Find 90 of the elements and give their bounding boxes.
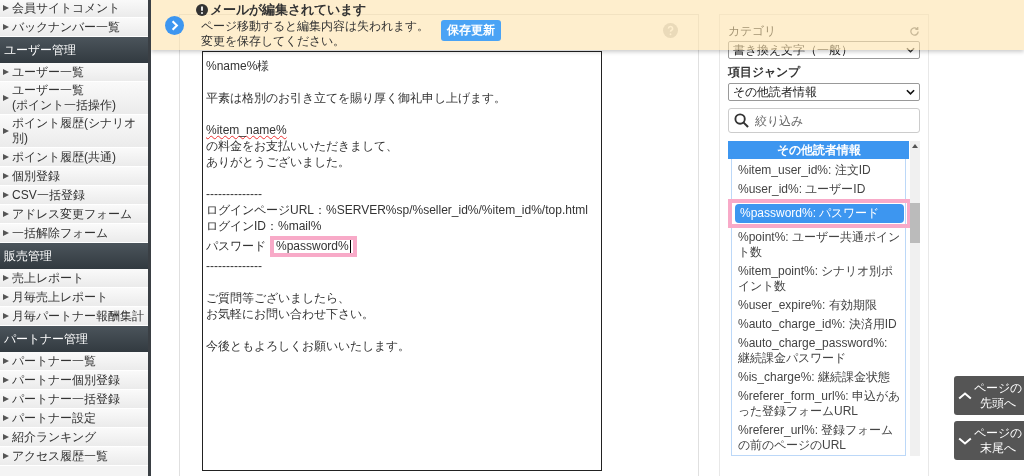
sidebar-item[interactable]: 売上レポート [0,269,148,288]
banner-message: 変更を保存してください。 [201,34,346,49]
chevron-right-icon[interactable] [165,15,184,35]
sidebar-item[interactable]: ポイント履歴(共通) [0,148,148,167]
triangle-icon [3,434,9,440]
text-line: -------------- [206,258,263,274]
triangle-icon [3,192,9,198]
sidebar-item[interactable]: パートナー設定 [0,409,148,428]
scroll-top-button[interactable]: ページの 先頭へ [954,376,1024,415]
text-line: ありがとうございました。 [206,154,351,170]
sidebar-item[interactable]: 月毎パートナー報酬集計 [0,307,148,326]
text-line: の料金をお支払いいただきまして、 [206,138,399,154]
category-select[interactable]: 書き換え文字（一般） [728,41,920,59]
variable-item[interactable]: %item_point%: シナリオ別ポイント数 [736,262,904,296]
sidebar-item[interactable]: ユーザー一覧 (ポイント一括操作) [0,82,148,115]
triangle-icon [3,275,9,281]
sidebar-item[interactable]: アクセス履歴一覧 [0,447,148,466]
text-line: ログインID：%mail% [206,218,323,234]
triangle-icon [3,211,9,217]
sidebar-item[interactable]: 一括解除フォーム [0,224,148,243]
triangle-icon [3,358,9,364]
text-line: 平素は格別のお引き立てを賜り厚く御礼申し上げます。 [206,90,507,106]
list-header: その他読者情報 [728,141,910,159]
inserted-variable: %password% [276,239,349,253]
search-field[interactable]: 絞り込み [728,108,920,133]
variable-item[interactable]: %user_id%: ユーザーID [736,180,904,199]
triangle-icon [3,95,9,101]
triangle-icon [3,154,9,160]
button-label: ページの [974,380,1022,396]
variable-item[interactable]: %item_user_id%: 注文ID [736,161,904,180]
jump-label: 項目ジャンプ [728,64,802,81]
button-label: 末尾へ [980,440,1016,456]
mail-body-editor[interactable] [202,51,602,471]
banner-message: ページ移動すると編集内容は失われます。 [201,19,429,34]
triangle-icon [3,69,9,75]
triangle-icon [3,5,9,11]
sidebar-item[interactable]: パートナー一括登録 [0,390,148,409]
scrollbar[interactable] [910,141,920,456]
variable-item[interactable]: %referer_url%: 登録フォームの前のページのURL [736,421,904,455]
sidebar-item[interactable]: ユーザー一覧 [0,63,148,82]
refresh-icon[interactable] [909,25,920,37]
triangle-icon [3,377,9,383]
triangle-icon [3,313,9,319]
variable-item[interactable]: %user_expire%: 有効期限 [736,296,904,315]
sidebar-item[interactable]: ポイント履歴(シナリオ別) [0,115,148,148]
triangle-icon [3,396,9,402]
banner-title: メールが編集されています [210,1,366,19]
sidebar-item[interactable]: 月毎売上レポート [0,288,148,307]
search-icon [734,113,749,128]
section-header: 販売管理 [0,243,148,269]
sidebar-item[interactable]: CSV一括登録 [0,186,148,205]
section-header: パートナー管理 [0,326,148,352]
sidebar-item[interactable]: パートナー個別登録 [0,371,148,390]
section-header: ユーザー管理 [0,37,148,63]
text-line: %item_name% [206,122,288,138]
triangle-icon [3,453,9,459]
sidebar-item[interactable]: 個別登録 [0,167,148,186]
text-line: 今後ともよろしくお願いいたします。 [206,338,411,354]
text-cursor [349,239,351,253]
text-line: %name%様 [206,58,271,74]
text-line: パスワード [206,238,266,254]
sidebar-item[interactable]: アドレス変更フォーム [0,205,148,224]
category-label: カテゴリ [728,22,776,40]
chevron-up-icon [957,390,973,401]
chevron-icon [906,89,915,95]
chevron-down-icon [957,435,973,446]
button-label: 先頭へ [980,395,1016,411]
triangle-icon [3,24,9,30]
sidebar-item[interactable]: 紹介ランキング [0,428,148,447]
triangle-icon [3,415,9,421]
button-label: ページの [974,425,1022,441]
jump-select[interactable]: その他読者情報 [728,83,920,101]
variable-item[interactable]: %auto_charge_id%: 決済用ID [736,315,904,334]
chevron-icon [906,47,915,53]
text-line: お気軽にお問い合わせ下さい。 [206,306,375,322]
text-line: ご質問等ございましたら、 [206,290,351,306]
scroll-bottom-button[interactable]: ページの 末尾へ [954,421,1024,460]
variable-item[interactable]: %is_charge%: 継続課金状態 [736,368,904,387]
sidebar-item[interactable]: 会員サイトコメント [0,0,148,18]
variable-item[interactable]: %referer_form_url%: 申込があった登録フォームURL [736,387,904,421]
sidebar-item[interactable]: バックナンバー一覧 [0,18,148,37]
text-line: ログインページURL：%SERVER%sp/%seller_id%/%item_id%/top.html [206,202,589,218]
variable-item[interactable]: %auto_charge_password%: 継続課金パスワード [736,334,904,368]
triangle-icon [3,128,9,134]
triangle-icon [3,173,9,179]
triangle-icon [3,294,9,300]
triangle-icon [3,230,9,236]
text-line: -------------- [206,186,263,202]
variable-item[interactable]: %point%: ユーザー共通ポイント数 [736,228,904,262]
sidebar-item[interactable]: パートナー一覧 [0,352,148,371]
